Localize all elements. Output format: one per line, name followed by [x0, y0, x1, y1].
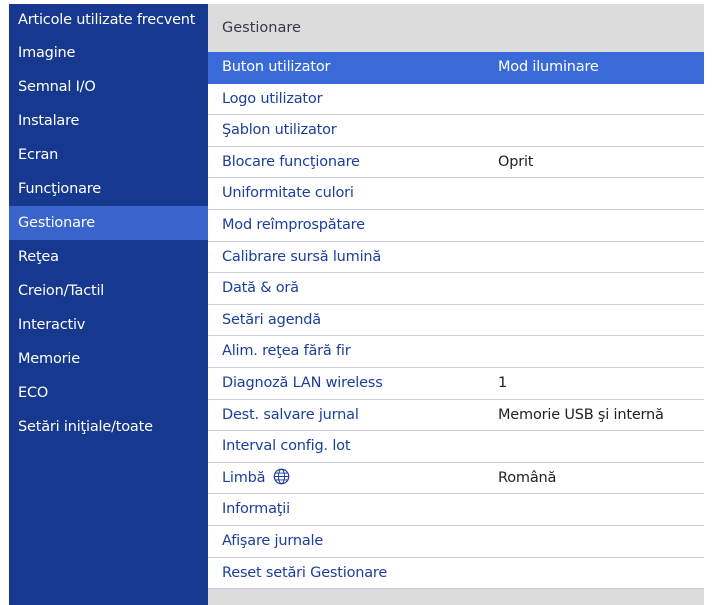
sidebar: Articole utilizate frecvent Imagine Semn…: [9, 4, 208, 605]
settings-list: Buton utilizator Mod iluminare Logo util…: [208, 52, 704, 590]
menu-row-uniformitate-culori[interactable]: Uniformitate culori: [208, 178, 704, 210]
sidebar-item-gestionare[interactable]: Gestionare: [9, 206, 208, 240]
row-label: Interval config. lot: [222, 438, 351, 455]
menu-row-logo-utilizator[interactable]: Logo utilizator: [208, 83, 704, 116]
menu-row-buton-utilizator[interactable]: Buton utilizator Mod iluminare: [208, 52, 704, 84]
row-label: Blocare funcţionare: [222, 153, 360, 170]
menu-row-alim-retea-fara-fir[interactable]: Alim. reţea fără fir: [208, 336, 704, 368]
row-label-text: Limbă: [222, 469, 266, 486]
row-value: 1: [498, 374, 508, 391]
menu-row-diagnoza-lan-wireless[interactable]: Diagnoză LAN wireless 1: [208, 367, 704, 400]
sidebar-item-eco[interactable]: ECO: [9, 376, 208, 410]
row-label: Reset setări Gestionare: [222, 564, 388, 581]
row-label: Calibrare sursă lumină: [222, 248, 382, 265]
row-value: Română: [498, 469, 557, 486]
row-label: Logo utilizator: [222, 90, 323, 107]
sidebar-item-creion-tactil[interactable]: Creion/Tactil: [9, 274, 208, 308]
sidebar-item-retea[interactable]: Reţea: [9, 240, 208, 274]
sidebar-item-instalare[interactable]: Instalare: [9, 104, 208, 138]
sidebar-item-ecran[interactable]: Ecran: [9, 138, 208, 172]
projector-menu: Articole utilizate frecvent Imagine Semn…: [9, 4, 704, 605]
row-label: Diagnoză LAN wireless: [222, 374, 383, 391]
globe-icon: [273, 468, 290, 485]
row-label: Mod reîmprospătare: [222, 216, 365, 233]
row-value: Memorie USB şi internă: [498, 406, 664, 423]
menu-row-dest-salvare-jurnal[interactable]: Dest. salvare jurnal Memorie USB şi inte…: [208, 399, 704, 432]
menu-row-limba[interactable]: Limbă Română: [208, 462, 704, 495]
sidebar-item-articole-utilizate-frecvent[interactable]: Articole utilizate frecvent: [9, 4, 208, 36]
row-label: Uniformitate culori: [222, 185, 354, 202]
row-label: Afişare jurnale: [222, 532, 324, 549]
row-value: Mod iluminare: [498, 59, 599, 75]
main-panel: Gestionare Buton utilizator Mod iluminar…: [208, 4, 704, 605]
row-label: Setări agendă: [222, 311, 321, 328]
row-label: Dest. salvare jurnal: [222, 406, 359, 423]
menu-row-sablon-utilizator[interactable]: Şablon utilizator: [208, 115, 704, 147]
menu-row-mod-reimprospatare[interactable]: Mod reîmprospătare: [208, 209, 704, 242]
row-label: Informaţii: [222, 501, 290, 518]
row-label: Limbă: [222, 463, 290, 494]
menu-row-setari-agenda[interactable]: Setări agendă: [208, 304, 704, 337]
page-title: Gestionare: [222, 20, 301, 36]
row-label: Alim. reţea fără fir: [222, 343, 351, 360]
row-label: Şablon utilizator: [222, 122, 337, 139]
menu-row-informatii[interactable]: Informaţii: [208, 494, 704, 526]
sidebar-item-functionare[interactable]: Funcţionare: [9, 172, 208, 206]
row-value: Oprit: [498, 153, 534, 170]
menu-row-calibrare-sursa-lumina[interactable]: Calibrare sursă lumină: [208, 241, 704, 274]
row-label: Dată & oră: [222, 280, 299, 297]
sidebar-item-memorie[interactable]: Memorie: [9, 342, 208, 376]
menu-row-blocare-functionare[interactable]: Blocare funcţionare Oprit: [208, 146, 704, 179]
sidebar-item-semnal-io[interactable]: Semnal I/O: [9, 70, 208, 104]
sidebar-item-setari-initiale-toate[interactable]: Setări iniţiale/toate: [9, 410, 208, 444]
menu-row-interval-config-lot[interactable]: Interval config. lot: [208, 431, 704, 463]
menu-row-afisare-jurnale[interactable]: Afişare jurnale: [208, 525, 704, 558]
menu-row-reset-setari-gestionare[interactable]: Reset setări Gestionare: [208, 557, 704, 590]
sidebar-item-imagine[interactable]: Imagine: [9, 36, 208, 70]
row-label: Buton utilizator: [222, 59, 331, 75]
menu-row-data-ora[interactable]: Dată & oră: [208, 273, 704, 305]
sidebar-item-interactiv[interactable]: Interactiv: [9, 308, 208, 342]
